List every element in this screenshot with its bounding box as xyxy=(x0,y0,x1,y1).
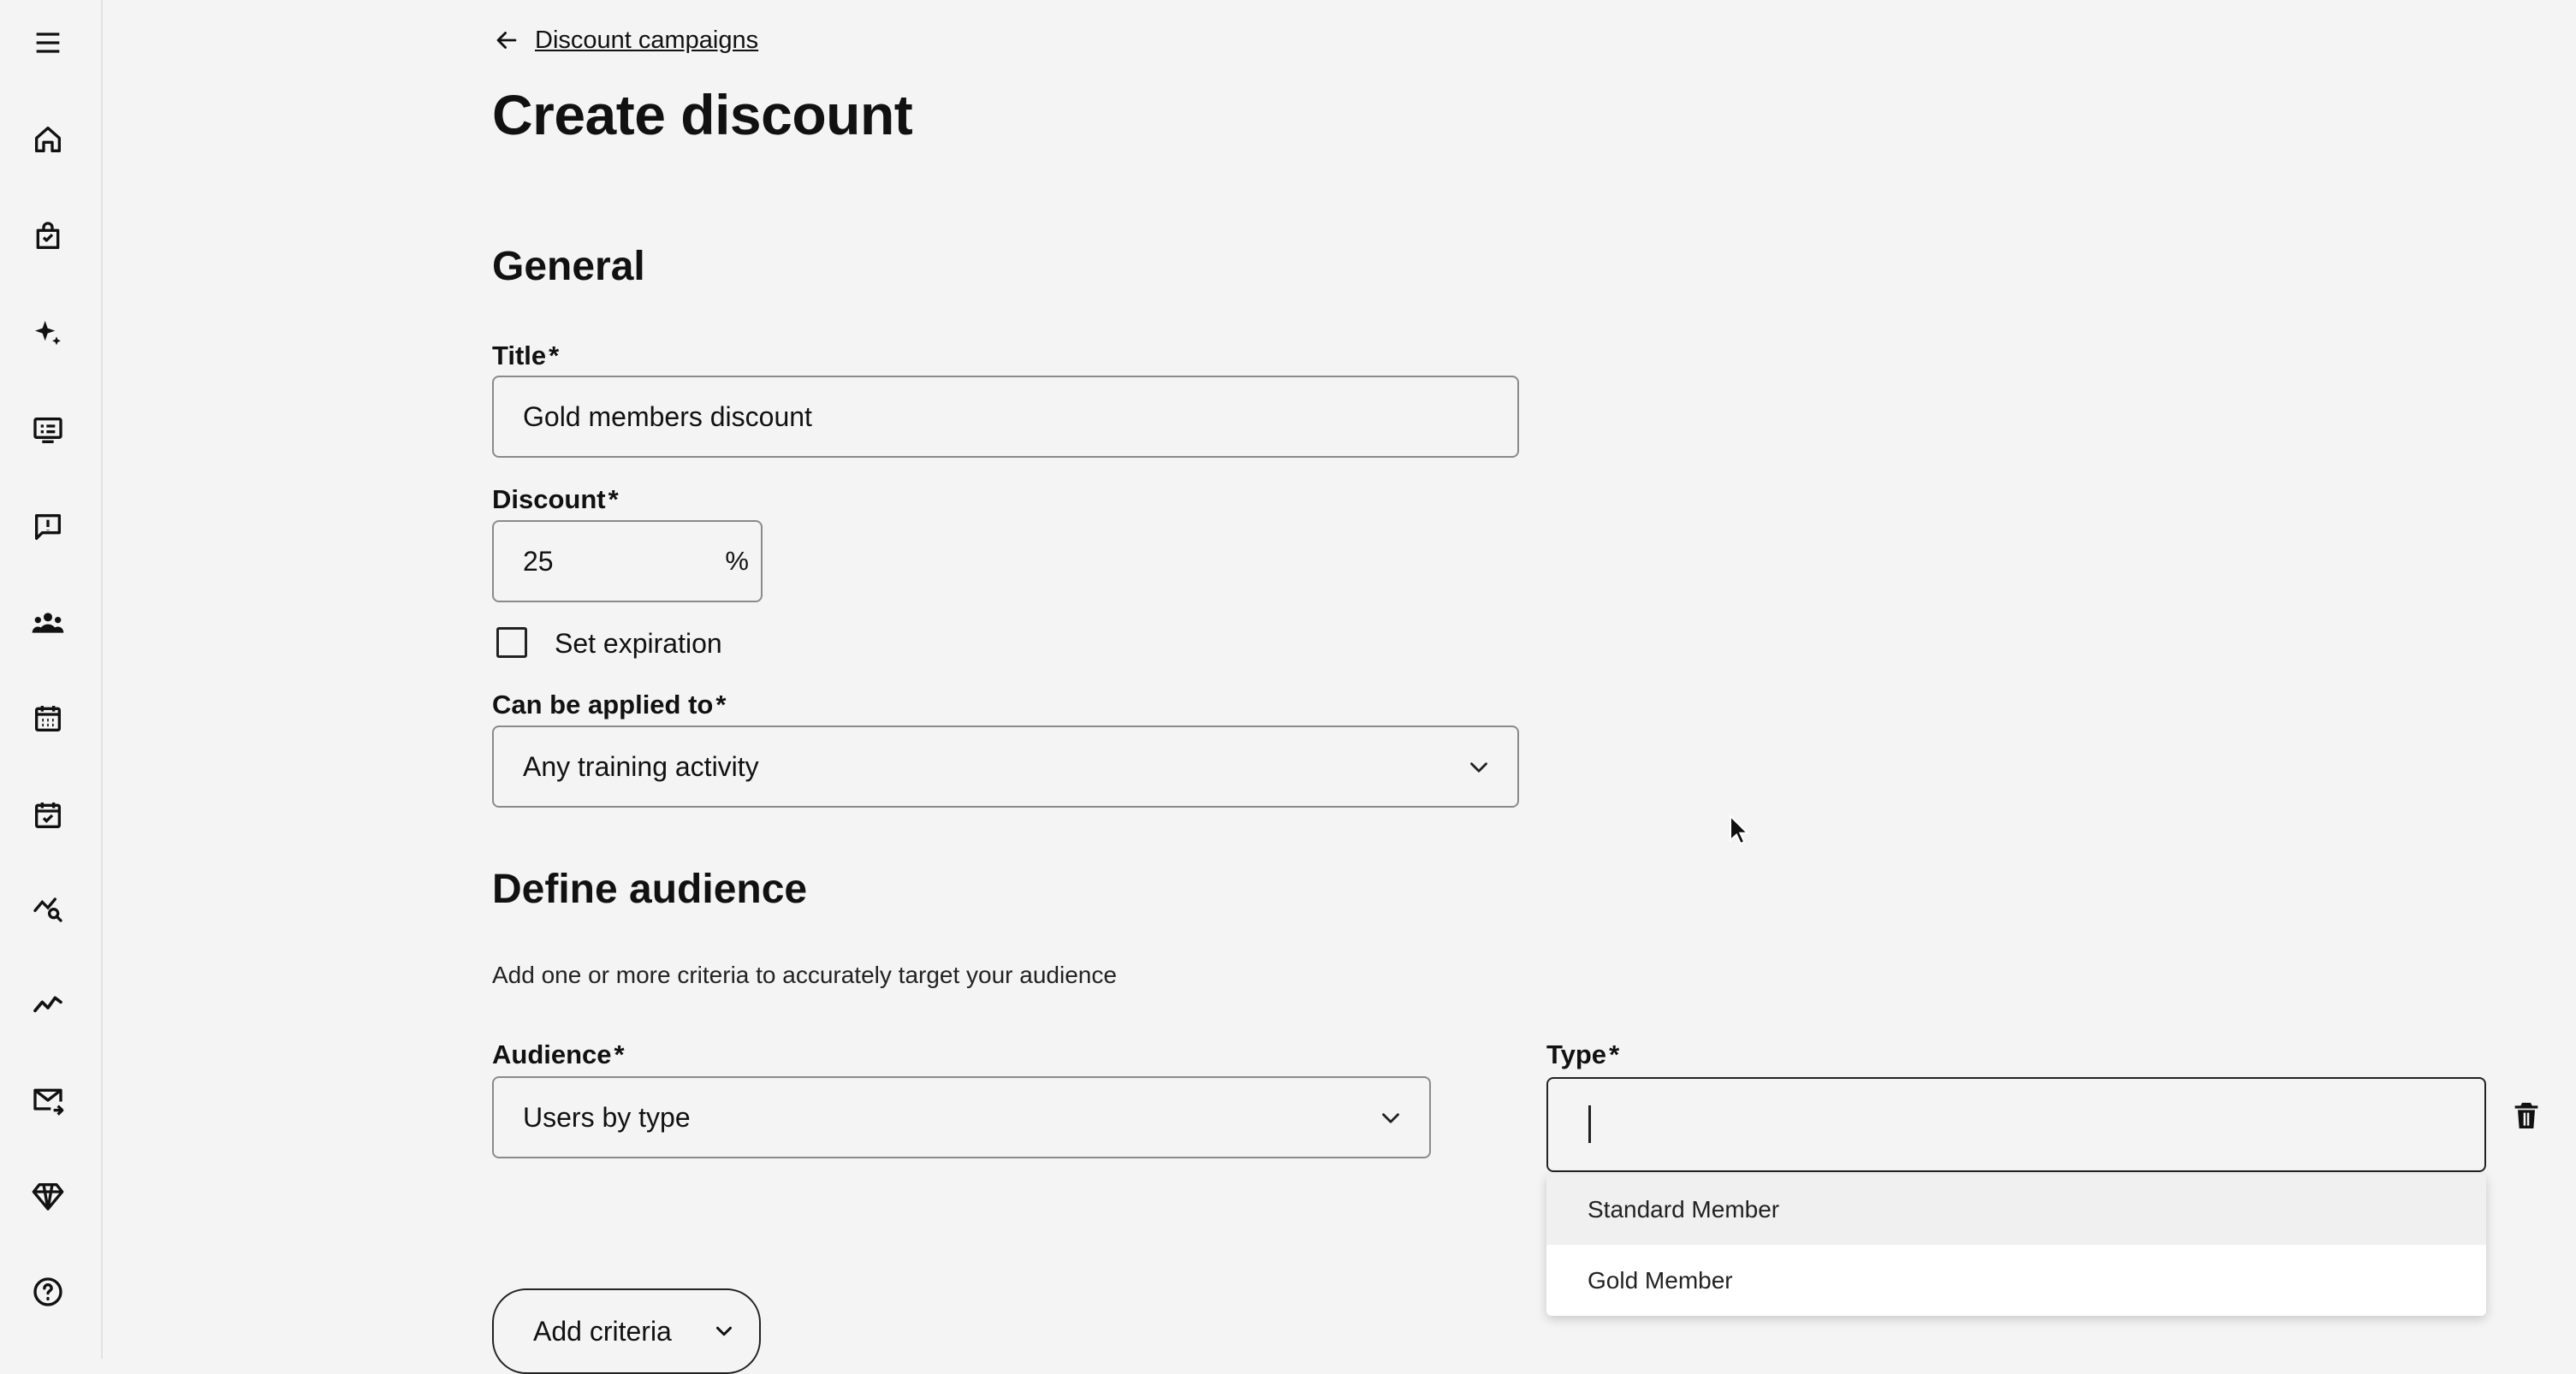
set-expiration-checkbox[interactable] xyxy=(496,627,527,658)
chevron-down-icon xyxy=(1464,753,1493,782)
applied-to-select[interactable]: Any training activity xyxy=(492,725,1519,808)
help-icon[interactable] xyxy=(24,1268,72,1316)
back-link[interactable]: Discount campaigns xyxy=(492,26,758,55)
applied-to-label: Can be applied to* xyxy=(492,690,726,720)
type-option-gold-member[interactable]: Gold Member xyxy=(1546,1245,2486,1316)
percent-suffix: % xyxy=(725,546,749,577)
sparkles-icon[interactable] xyxy=(24,310,72,358)
mouse-pointer-icon xyxy=(1729,814,1751,845)
audience-section-title: Define audience xyxy=(492,866,807,913)
audience-select[interactable]: Users by type xyxy=(492,1076,1431,1158)
type-combobox-input[interactable] xyxy=(1546,1077,2486,1172)
shopping-bag-icon[interactable] xyxy=(24,212,72,260)
users-icon[interactable] xyxy=(24,599,72,647)
type-label: Type* xyxy=(1546,1039,1619,1070)
page-title: Create discount xyxy=(492,82,912,147)
text-caret xyxy=(1588,1105,1591,1143)
delete-criteria-button[interactable] xyxy=(2508,1097,2545,1134)
audience-select-value: Users by type xyxy=(523,1102,691,1134)
set-expiration-label[interactable]: Set expiration xyxy=(555,628,722,660)
home-icon[interactable] xyxy=(24,115,72,163)
menu-icon[interactable] xyxy=(24,19,72,67)
type-options-dropdown: Standard Member Gold Member xyxy=(1546,1174,2486,1316)
add-criteria-label: Add criteria xyxy=(533,1316,672,1347)
chevron-down-icon xyxy=(1376,1104,1405,1133)
chart-search-icon[interactable] xyxy=(24,884,72,932)
chevron-down-icon xyxy=(711,1318,737,1344)
back-link-label[interactable]: Discount campaigns xyxy=(535,27,758,55)
discount-input-value: 25 xyxy=(523,546,554,577)
sidebar xyxy=(0,0,103,1359)
calendar-icon[interactable] xyxy=(24,695,72,743)
audience-label: Audience* xyxy=(492,1039,625,1070)
add-criteria-button[interactable]: Add criteria xyxy=(492,1288,761,1374)
diamond-icon[interactable] xyxy=(24,1172,72,1220)
calendar-check-icon[interactable] xyxy=(24,791,72,839)
title-label: Title* xyxy=(492,341,559,371)
type-option-standard-member[interactable]: Standard Member xyxy=(1546,1174,2486,1245)
general-section-title: General xyxy=(492,243,645,290)
applied-to-value: Any training activity xyxy=(523,751,759,783)
title-input-value: Gold members discount xyxy=(523,401,812,433)
discount-input[interactable]: 25 % xyxy=(492,520,763,602)
list-card-icon[interactable] xyxy=(24,406,72,454)
arrow-left-icon xyxy=(492,26,521,55)
discount-label: Discount* xyxy=(492,484,619,515)
trash-icon xyxy=(2509,1099,2543,1133)
title-input[interactable]: Gold members discount xyxy=(492,376,1519,458)
message-alert-icon[interactable] xyxy=(24,503,72,551)
trend-line-icon[interactable] xyxy=(24,980,72,1028)
audience-help-text: Add one or more criteria to accurately t… xyxy=(492,962,1117,989)
mail-forward-icon[interactable] xyxy=(24,1076,72,1124)
